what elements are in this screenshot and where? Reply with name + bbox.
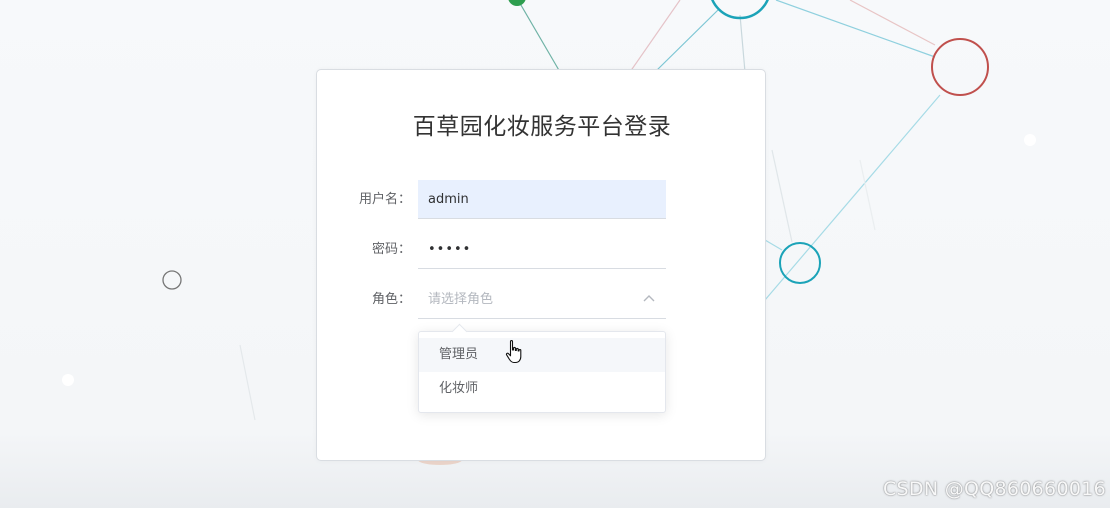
network-edge bbox=[654, 9, 719, 73]
role-row: 角色： 请选择角色 bbox=[317, 280, 765, 320]
login-page: 百草园化妆服务平台登录 用户名： 密码： 角色： 请选择角色 管理员 化妆师 bbox=[0, 0, 1110, 508]
username-input[interactable] bbox=[418, 180, 666, 219]
username-row: 用户名： bbox=[317, 180, 765, 220]
network-edge bbox=[739, 14, 746, 73]
network-edge bbox=[239, 344, 256, 421]
password-label: 密码： bbox=[371, 242, 411, 257]
chevron-up-icon[interactable] bbox=[642, 292, 656, 306]
network-edge bbox=[764, 239, 783, 251]
role-option-admin[interactable]: 管理员 bbox=[419, 338, 665, 372]
network-node-teal-small bbox=[779, 242, 821, 284]
network-node-red bbox=[931, 38, 989, 96]
role-select-placeholder: 请选择角色 bbox=[428, 292, 494, 307]
role-label: 角色： bbox=[371, 292, 411, 307]
network-node-white bbox=[1024, 134, 1036, 146]
username-label: 用户名： bbox=[358, 192, 411, 207]
network-edge bbox=[775, 0, 936, 58]
network-node-gray bbox=[162, 270, 182, 290]
network-edge bbox=[771, 149, 793, 243]
network-edge bbox=[859, 159, 876, 231]
network-node-white bbox=[62, 374, 74, 386]
network-edge bbox=[849, 0, 936, 46]
password-input[interactable] bbox=[418, 230, 666, 269]
network-edge bbox=[629, 0, 681, 73]
network-edge bbox=[517, 0, 561, 73]
network-edge bbox=[764, 94, 941, 301]
role-option-makeup-artist[interactable]: 化妆师 bbox=[419, 372, 665, 406]
page-title: 百草园化妆服务平台登录 bbox=[412, 114, 672, 140]
network-node-green bbox=[508, 0, 526, 6]
watermark: CSDN @QQ860660016 bbox=[882, 478, 1106, 500]
role-select[interactable]: 请选择角色 bbox=[418, 280, 666, 319]
role-dropdown-menu: 管理员 化妆师 bbox=[418, 323, 666, 413]
password-row: 密码： bbox=[317, 230, 765, 270]
hand-pointer-icon bbox=[505, 340, 522, 364]
